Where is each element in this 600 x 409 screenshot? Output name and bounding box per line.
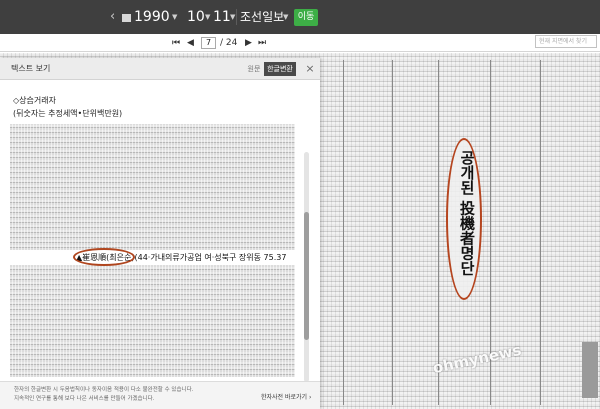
newspaper-select[interactable]: 조선일보: [240, 9, 284, 25]
divider: [236, 9, 237, 25]
footer-note: 지속적인 연구를 통해 보다 나은 서비스를 만들어 가겠습니다.: [14, 396, 155, 402]
page-number-input[interactable]: 7: [201, 37, 216, 49]
panel-header: 텍스트 보기 원문 한글변환 ×: [0, 58, 320, 80]
year-field[interactable]: 1990: [134, 8, 170, 26]
name-annotation-oval: [73, 248, 135, 266]
tab-original[interactable]: 원문: [245, 62, 263, 76]
prev-page-icon[interactable]: ◀: [187, 37, 194, 49]
text-line: ◇상습거래자: [13, 96, 56, 105]
column-divider: [392, 60, 393, 405]
page-thumbnail[interactable]: [582, 342, 598, 398]
text-viewer-panel: 텍스트 보기 원문 한글변환 × ◇상습거래자 (뒤숫자는 추정세액•단위백만원…: [0, 58, 320, 409]
tab-hangul-convert[interactable]: 한글변환: [264, 62, 296, 76]
column-divider: [540, 60, 541, 405]
date-navigation-bar: ‹ 1990 ▼ 10 ▼ 11 ▼ 조선일보 ▼ 이동: [0, 0, 600, 34]
blurred-text-block: [10, 265, 295, 377]
chevron-down-icon[interactable]: ▼: [230, 13, 235, 21]
chevron-down-icon[interactable]: ▼: [205, 13, 210, 21]
blurred-text-block: [10, 124, 295, 250]
hanja-dictionary-link[interactable]: 한자사전 바로가기 ›: [261, 394, 311, 402]
column-divider: [343, 60, 344, 405]
text-line: (뒤숫자는 추정세액•단위백만원): [13, 109, 123, 118]
calendar-icon[interactable]: [122, 14, 131, 22]
last-page-icon[interactable]: ⏭: [258, 37, 266, 49]
scrollbar-thumb[interactable]: [304, 212, 309, 340]
month-field[interactable]: 10: [187, 8, 205, 26]
highlighted-details: (44·가내의류가공업 여·성북구 장위동 75.37: [134, 253, 287, 262]
newspaper-headline: 공개된 投機者명단: [458, 150, 476, 276]
chevron-down-icon[interactable]: ▼: [172, 13, 177, 21]
column-divider: [438, 60, 439, 405]
first-page-icon[interactable]: ⏮: [172, 37, 180, 49]
page-navigation-bar: ⏮ ◀ 7 / 24 ▶ ⏭: [0, 34, 600, 52]
next-page-icon[interactable]: ▶: [245, 37, 252, 49]
page-total: / 24: [220, 38, 238, 48]
close-icon[interactable]: ×: [304, 62, 316, 76]
scrollbar[interactable]: [304, 152, 309, 382]
go-button[interactable]: 이동: [294, 9, 318, 26]
panel-title: 텍스트 보기: [11, 64, 51, 73]
page-search-input[interactable]: 현재 지면에서 찾기: [535, 35, 597, 48]
footer-note: 한자의 한글변환 시 두음법칙이나 동자이음 적용이 다소 불완전할 수 있습니…: [14, 387, 194, 393]
prev-date-arrow-icon[interactable]: ‹: [110, 9, 115, 25]
day-field[interactable]: 11: [213, 8, 231, 26]
chevron-down-icon[interactable]: ▼: [283, 13, 288, 21]
panel-footer: 한자의 한글변환 시 두음법칙이나 동자이음 적용이 다소 불완전할 수 있습니…: [0, 381, 320, 409]
